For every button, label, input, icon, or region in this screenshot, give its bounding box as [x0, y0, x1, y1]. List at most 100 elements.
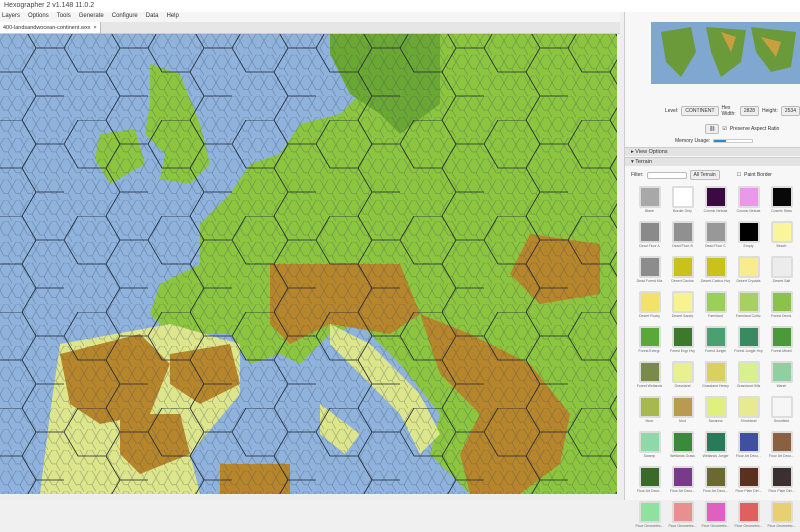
terrain-swatch [704, 396, 727, 418]
terrain-swatch [770, 291, 793, 313]
terrain-tile[interactable]: Forest Evgr Hvy [666, 324, 699, 357]
filter-input[interactable] [646, 171, 687, 179]
terrain-tile[interactable]: Floor Geometric... [633, 499, 666, 532]
terrain-name: Border Only [673, 209, 692, 213]
terrain-name: Swamp [643, 454, 656, 458]
terrain-tile[interactable]: Dead Floor A [633, 219, 666, 252]
paint-border-checkbox[interactable]: ☐ [737, 172, 741, 178]
terrain-tile[interactable]: Desert Sandy [666, 289, 699, 322]
terrain-name: Snowfield [773, 419, 790, 423]
terrain-tile[interactable]: Grassland [666, 359, 699, 392]
terrain-swatch [638, 431, 661, 453]
terrain-tile[interactable]: Swamp [633, 429, 666, 462]
terrain-tile[interactable]: Blank [633, 184, 666, 217]
terrain-swatch [770, 186, 793, 208]
menu-help[interactable]: Help [166, 13, 178, 21]
terrain-swatch [770, 221, 793, 243]
terrain-tile[interactable]: Desert Salt [765, 254, 798, 287]
menu-generate[interactable]: Generate [79, 13, 104, 21]
view-options-header[interactable]: ▸ View Options [625, 147, 800, 156]
terrain-name: Wetlands Jungle [702, 454, 729, 458]
terrain-tile[interactable]: Forest Wetlands [633, 359, 666, 392]
terrain-swatch [638, 186, 661, 208]
terrain-name: Savanna [708, 419, 723, 423]
terrain-tile[interactable]: Desert Rocky [633, 289, 666, 322]
terrain-tile[interactable]: Desert Cactus [666, 254, 699, 287]
terrain-tile[interactable]: Floor Geometric... [732, 499, 765, 532]
terrain-name: Floor Geometric... [701, 524, 730, 528]
terrain-tile[interactable]: Snowfield [765, 394, 798, 427]
view-options-label: View Options [635, 149, 668, 155]
terrain-tile[interactable]: Cosmic Nebula [699, 184, 732, 217]
terrain-tile[interactable]: Floor Plain Dirt... [765, 464, 798, 497]
link-icon[interactable]: ⛓ [705, 124, 720, 134]
terrain-tile[interactable]: Cosmic Nebula [732, 184, 765, 217]
menu-tools[interactable]: Tools [57, 13, 71, 21]
hex-width-input[interactable]: 2828 [739, 106, 760, 116]
level-select[interactable]: CONTINENT [681, 106, 719, 116]
terrain-tile[interactable]: Dead Forest Mix [633, 254, 666, 287]
terrain-tile[interactable]: Marsh [765, 359, 798, 392]
terrain-name: Forest Jungle Hvy [734, 349, 763, 353]
terrain-tile[interactable]: Grassland Heavy [699, 359, 732, 392]
terrain-swatch [770, 361, 793, 383]
terrain-tile[interactable]: Cosmic Stars [765, 184, 798, 217]
close-icon[interactable]: × [93, 25, 96, 31]
terrain-swatch [737, 361, 760, 383]
filter-row: Filter: All Terrain ☐ Paint Border [631, 170, 772, 180]
vertical-scrollbar[interactable] [617, 34, 624, 500]
terrain-tile[interactable]: Dead Floor C [699, 219, 732, 252]
terrain-tile[interactable]: Floor Art Deco... [666, 464, 699, 497]
menu-configure[interactable]: Configure [112, 13, 138, 21]
hex-map-canvas[interactable] [0, 34, 617, 494]
terrain-tile[interactable]: Forest Evergr. [633, 324, 666, 357]
terrain-header[interactable]: ▾ Terrain [625, 157, 800, 166]
menu-data[interactable]: Data [146, 13, 159, 21]
terrain-tile[interactable]: Dead Floor B [666, 219, 699, 252]
preserve-aspect-checkbox[interactable]: ☑ [722, 126, 726, 132]
horizontal-scrollbar[interactable] [0, 494, 617, 500]
tab-map-file[interactable]: 400-landsandwocean-continent.wxx × [0, 22, 101, 33]
terrain-tile[interactable]: Empty [732, 219, 765, 252]
terrain-tile[interactable]: Farmland [699, 289, 732, 322]
terrain-tile[interactable]: Wetlands Jungle [699, 429, 732, 462]
terrain-tile[interactable]: Wetlands Grass [666, 429, 699, 462]
terrain-tile[interactable]: Floor Art Deco... [732, 429, 765, 462]
terrain-tile[interactable]: Forest Decid. [765, 289, 798, 322]
terrain-tile[interactable]: Floor Geometric... [765, 499, 798, 532]
terrain-tile[interactable]: Floor Plain Dirt... [732, 464, 765, 497]
terrain-tile[interactable]: Floor Art Deco... [633, 464, 666, 497]
terrain-tile[interactable]: Desert Crystals [732, 254, 765, 287]
menu-layers[interactable]: Layers [2, 13, 20, 21]
terrain-tile[interactable]: Mud [666, 394, 699, 427]
terrain-name: Forest Jungle [704, 349, 727, 353]
terrain-swatch [737, 466, 760, 488]
terrain-tile[interactable]: Floor Geometric... [699, 499, 732, 532]
terrain-tile[interactable]: Forest Jungle [699, 324, 732, 357]
terrain-tile[interactable]: Forest Mixed [765, 324, 798, 357]
terrain-swatch [737, 221, 760, 243]
terrain-tile[interactable]: Farmland Cultiv. [732, 289, 765, 322]
terrain-tile[interactable]: Floor Art Deco... [699, 464, 732, 497]
terrain-name: Floor Geometric... [767, 524, 796, 528]
terrain-filter-select[interactable]: All Terrain [689, 170, 720, 180]
terrain-tile[interactable]: Forest Jungle Hvy [732, 324, 765, 357]
terrain-tile[interactable]: Grassland Hills [732, 359, 765, 392]
terrain-swatch [671, 431, 694, 453]
terrain-tile[interactable]: Shrubland [732, 394, 765, 427]
terrain-tile[interactable]: Beach [765, 219, 798, 252]
terrain-name: Floor Geometric... [635, 524, 664, 528]
terrain-swatch [638, 361, 661, 383]
terrain-name: Farmland Cultiv. [735, 314, 762, 318]
terrain-tile[interactable]: Savanna [699, 394, 732, 427]
terrain-tile[interactable]: Moor [633, 394, 666, 427]
terrain-name: Forest Wetlands [636, 384, 663, 388]
terrain-tile[interactable]: Floor Geometric... [666, 499, 699, 532]
terrain-tile[interactable]: Border Only [666, 184, 699, 217]
terrain-swatch [704, 186, 727, 208]
terrain-tile[interactable]: Floor Art Deco... [765, 429, 798, 462]
terrain-tile[interactable]: Desert Cactus Hvy [699, 254, 732, 287]
world-minimap[interactable] [651, 22, 800, 84]
height-input[interactable]: 2534 [780, 106, 800, 116]
menu-options[interactable]: Options [28, 13, 49, 21]
